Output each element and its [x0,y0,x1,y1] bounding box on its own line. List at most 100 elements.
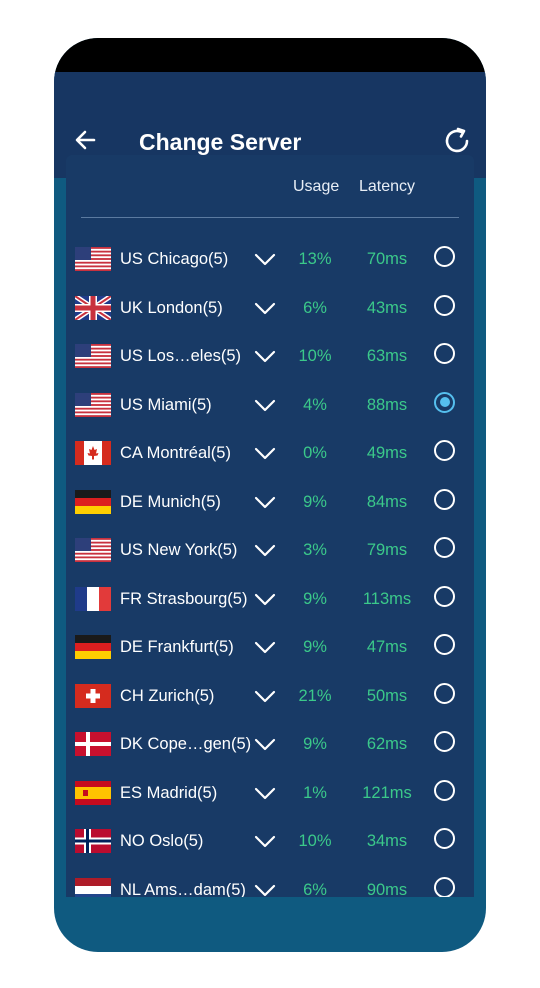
server-select-radio[interactable] [434,391,455,413]
flag-dk-icon [75,732,111,756]
flag-us-icon [75,538,111,562]
server-row[interactable]: US Chicago(5) 13% 70ms [66,233,474,281]
server-usage: 9% [303,492,327,511]
flag-no-icon [75,829,111,853]
arrow-left-icon [75,130,96,150]
flag-uk-icon [75,295,111,320]
status-bar [54,38,486,72]
server-row[interactable]: NL Ams…dam(5) 6% 90ms [66,864,474,898]
server-latency: 47ms [366,638,408,656]
header-divider [81,217,459,218]
server-usage: 6% [303,298,327,317]
server-select-radio[interactable] [434,537,455,558]
server-name: US New York(5) [120,541,238,559]
server-usage: 3% [303,541,327,559]
server-select-radio[interactable] [434,876,455,897]
chevron-down-icon[interactable] [254,395,276,415]
chevron-down-icon[interactable] [254,589,276,609]
server-latency: 121ms [362,783,412,802]
flag-ca-icon [75,441,111,465]
server-usage: 0% [303,444,327,462]
chevron-down-icon[interactable] [254,831,276,851]
page-title: Change Server [139,129,302,155]
server-row[interactable]: FR Strasbourg(5) 9% 113ms [66,573,474,621]
server-name: DE Munich(5) [120,492,221,511]
server-latency: 62ms [366,735,408,753]
server-latency: 79ms [366,541,408,559]
flag-ch-icon [75,683,111,708]
flag-fr-icon [75,586,111,611]
flag-de-icon [75,489,111,514]
chevron-down-icon[interactable] [254,783,276,803]
flag-de-icon [75,635,111,659]
server-select-radio[interactable] [434,246,455,267]
chevron-down-icon[interactable] [254,249,276,269]
server-row[interactable]: NO Oslo(5) 10% 34ms [66,815,474,863]
server-row[interactable]: DE Frankfurt(5) 9% 47ms [66,621,474,669]
server-latency: 90ms [366,880,408,898]
server-row[interactable]: US Los…eles(5) 10% 63ms [66,330,474,378]
phone-frame: Change Server Usage Latency US Chicago(5… [54,38,486,952]
server-usage: 21% [298,686,332,705]
server-name: CA Montréal(5) [120,444,231,462]
server-latency: 43ms [366,298,408,317]
server-name: NO Oslo(5) [120,832,204,850]
server-usage: 4% [303,395,327,414]
server-select-radio[interactable] [434,828,455,849]
server-row[interactable]: US Miami(5) 4% 88ms [66,379,474,427]
chevron-down-icon[interactable] [254,298,276,318]
chevron-down-icon[interactable] [254,686,276,706]
server-name: CH Zurich(5) [120,686,215,705]
server-usage: 9% [303,589,327,608]
flag-nl-icon [75,877,111,897]
refresh-button[interactable] [442,126,472,156]
server-select-radio[interactable] [434,585,455,607]
server-latency: 50ms [366,686,408,705]
server-name: US Miami(5) [120,395,212,414]
chevron-down-icon[interactable] [254,637,276,657]
server-latency: 49ms [366,444,408,462]
server-select-radio[interactable] [434,682,455,704]
server-select-radio[interactable] [434,294,455,316]
server-name: DK Cope…gen(5) [120,735,252,753]
server-latency: 70ms [366,250,408,268]
server-row[interactable]: DK Cope…gen(5) 9% 62ms [66,718,474,766]
refresh-icon [445,127,469,153]
server-select-radio[interactable] [434,634,455,655]
server-latency: 113ms [362,589,412,608]
usage-column-header: Usage [293,178,340,195]
server-latency: 88ms [366,395,408,414]
server-usage: 10% [298,832,332,850]
server-select-radio[interactable] [434,343,455,364]
server-row[interactable]: DE Munich(5) 9% 84ms [66,476,474,524]
flag-es-icon [75,780,111,805]
server-select-radio[interactable] [434,488,455,510]
server-row[interactable]: CA Montréal(5) 0% 49ms [66,427,474,475]
server-select-radio[interactable] [434,779,455,801]
latency-column-header: Latency [359,178,416,195]
server-row[interactable]: ES Madrid(5) 1% 121ms [66,767,474,815]
server-usage: 13% [298,250,332,268]
chevron-down-icon[interactable] [254,880,276,898]
chevron-down-icon[interactable] [254,443,276,463]
server-row[interactable]: CH Zurich(5) 21% 50ms [66,670,474,718]
chevron-down-icon[interactable] [254,540,276,560]
server-name: US Chicago(5) [120,250,229,268]
flag-us-icon [75,392,111,417]
chevron-down-icon[interactable] [254,492,276,512]
server-usage: 9% [303,638,327,656]
server-list-panel: Usage Latency US Chicago(5) 13% 70ms UK Lon… [66,155,474,897]
chevron-down-icon[interactable] [254,346,276,366]
server-usage: 1% [303,783,327,802]
server-row[interactable]: UK London(5) 6% 43ms [66,282,474,330]
server-select-radio[interactable] [434,731,455,752]
chevron-down-icon[interactable] [254,734,276,754]
server-usage: 9% [303,735,327,753]
server-row[interactable]: US New York(5) 3% 79ms [66,524,474,572]
server-latency: 34ms [366,832,408,850]
server-name: UK London(5) [120,298,223,317]
back-button[interactable] [72,126,100,154]
server-select-radio[interactable] [434,440,455,461]
server-usage: 10% [298,347,332,365]
flag-us-icon [75,344,111,368]
